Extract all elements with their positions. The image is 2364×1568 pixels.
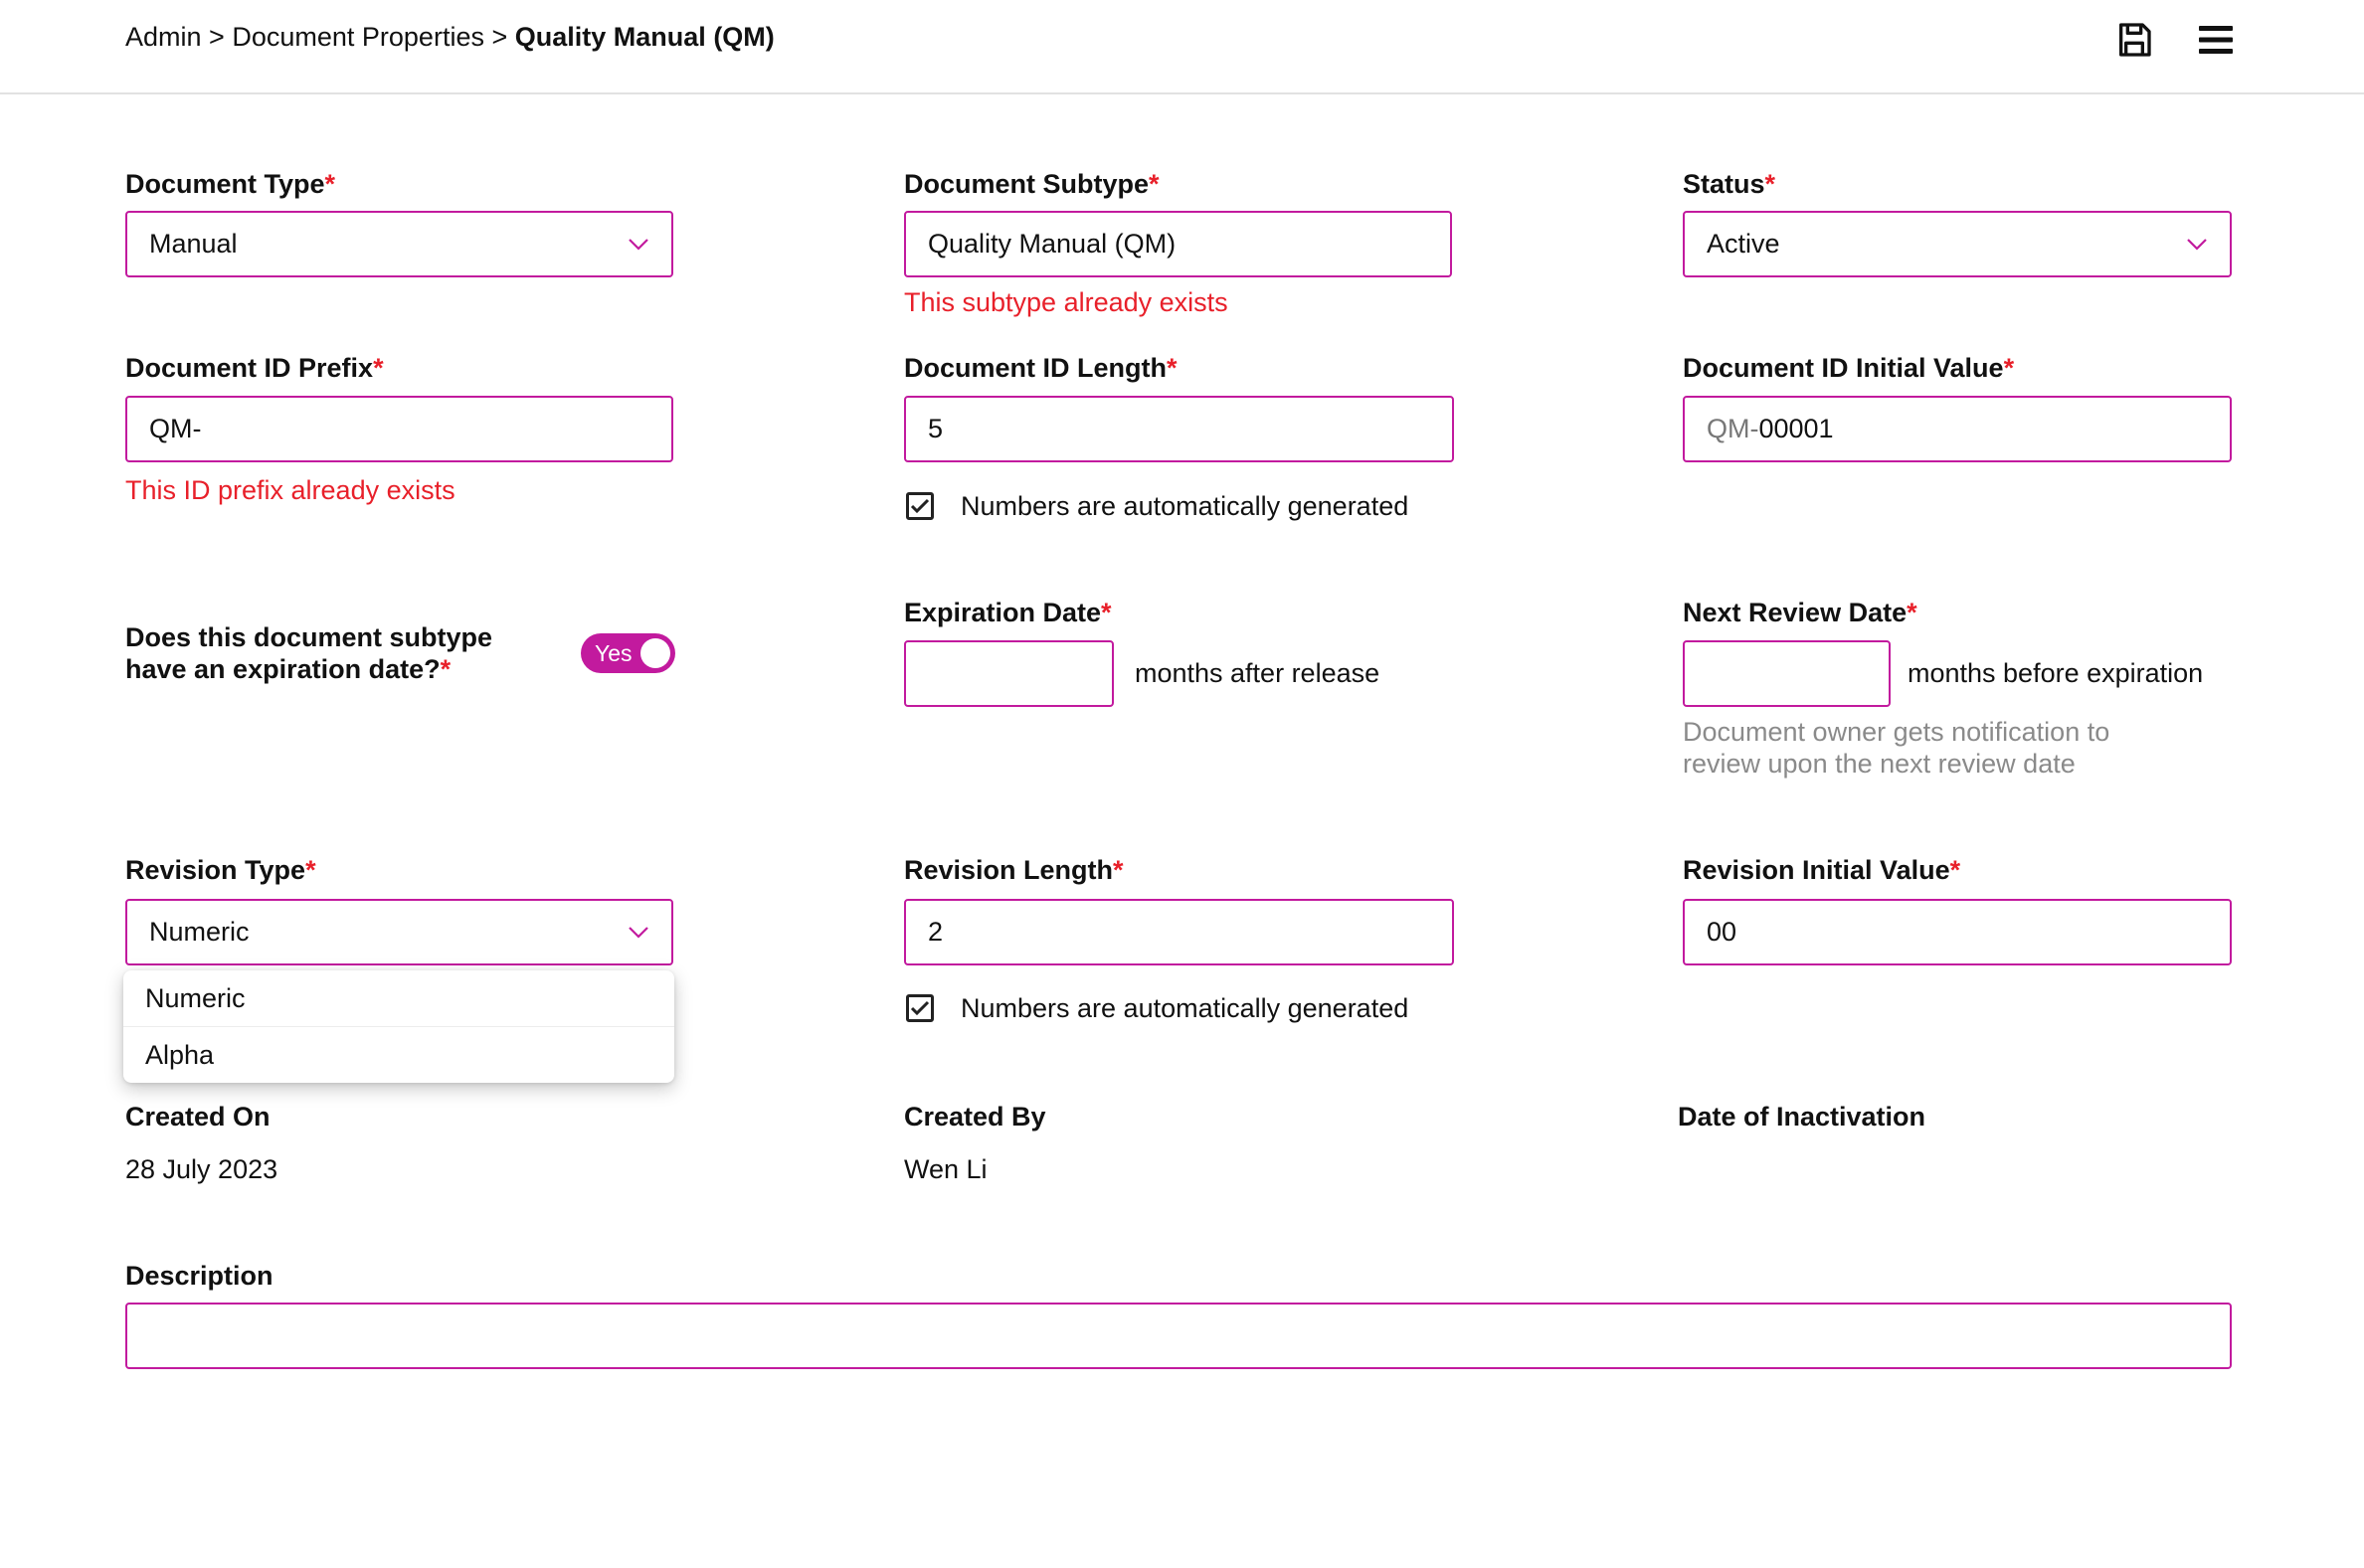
- id-prefix-value: QM-: [149, 414, 202, 443]
- revision-auto-generate-label: Numbers are automatically generated: [961, 993, 1409, 1023]
- required-asterisk: *: [1907, 598, 1917, 627]
- required-asterisk: *: [2003, 353, 2015, 383]
- required-asterisk: *: [1764, 169, 1776, 199]
- id-length-input[interactable]: 5: [904, 396, 1454, 462]
- document-subtype-label: Document Subtype*: [904, 169, 1160, 199]
- required-asterisk: *: [305, 855, 316, 885]
- save-button[interactable]: [2112, 18, 2156, 62]
- save-icon: [2119, 23, 2151, 57]
- breadcrumb-separator: >: [491, 22, 508, 52]
- description-input[interactable]: [125, 1303, 2232, 1369]
- checkmark-icon: [910, 1000, 930, 1016]
- expiration-months-input[interactable]: [904, 640, 1114, 707]
- required-asterisk: *: [373, 353, 384, 383]
- document-subtype-error: This subtype already exists: [904, 287, 1228, 317]
- checkmark-icon: [910, 498, 930, 514]
- expiration-months-suffix: months after release: [1135, 658, 1380, 688]
- id-prefix-error: This ID prefix already exists: [125, 475, 455, 505]
- next-review-label: Next Review Date*: [1683, 598, 1917, 627]
- id-length-label: Document ID Length*: [904, 353, 1178, 383]
- required-asterisk: *: [1113, 855, 1124, 885]
- created-on-label: Created On: [125, 1102, 271, 1132]
- next-review-suffix: months before expiration: [1908, 658, 2204, 688]
- status-select[interactable]: Active: [1683, 211, 2232, 277]
- revision-initial-input[interactable]: 00: [1683, 899, 2232, 965]
- expiration-toggle[interactable]: Yes: [581, 633, 675, 673]
- revision-type-label: Revision Type*: [125, 855, 316, 885]
- required-asterisk: *: [1167, 353, 1178, 383]
- next-review-months-input[interactable]: [1683, 640, 1891, 707]
- chevron-down-icon: [629, 238, 648, 251]
- id-prefix-input[interactable]: QM-: [125, 396, 673, 462]
- revision-auto-generate-checkbox[interactable]: [906, 994, 934, 1022]
- revision-initial-label: Revision Initial Value*: [1683, 855, 1961, 885]
- next-review-hint-line2: review upon the next review date: [1683, 749, 2076, 779]
- id-length-value: 5: [928, 414, 944, 443]
- hamburger-menu-icon: [2199, 26, 2233, 54]
- next-review-hint-line1: Document owner gets notification to: [1683, 717, 2110, 747]
- document-type-value: Manual: [149, 229, 238, 259]
- revision-length-value: 2: [928, 917, 944, 947]
- id-initial-input[interactable]: QM- 00001: [1683, 396, 2232, 462]
- dropdown-option-alpha[interactable]: Alpha: [123, 1026, 674, 1083]
- chevron-down-icon: [2187, 238, 2207, 251]
- id-auto-generate-label: Numbers are automatically generated: [961, 491, 1409, 521]
- id-initial-value: 00001: [1758, 414, 1834, 443]
- breadcrumb-current: Quality Manual (QM): [514, 22, 775, 52]
- expiration-question: Does this document subtype have an expir…: [125, 621, 492, 685]
- required-asterisk: *: [324, 169, 336, 199]
- document-type-select[interactable]: Manual: [125, 211, 673, 277]
- date-of-inactivation-label: Date of Inactivation: [1678, 1102, 1926, 1132]
- status-value: Active: [1707, 229, 1780, 259]
- created-by-label: Created By: [904, 1102, 1046, 1132]
- expiration-date-label: Expiration Date*: [904, 598, 1112, 627]
- toggle-label: Yes: [595, 639, 633, 666]
- id-initial-prefix: QM-: [1707, 414, 1759, 443]
- created-by-value: Wen Li: [904, 1154, 988, 1184]
- revision-type-value: Numeric: [149, 917, 250, 947]
- document-type-label: Document Type*: [125, 169, 336, 199]
- toggle-knob: [640, 638, 670, 668]
- next-review-hint: Document owner gets notification to revi…: [1683, 716, 2109, 780]
- breadcrumb: Admin > Document Properties > Quality Ma…: [125, 22, 775, 53]
- chevron-down-icon: [629, 926, 648, 939]
- expiration-question-line2: have an expiration date?: [125, 654, 441, 684]
- revision-type-dropdown: Numeric Alpha: [123, 970, 674, 1083]
- revision-type-select[interactable]: Numeric: [125, 899, 673, 965]
- required-asterisk: *: [1949, 855, 1961, 885]
- document-subtype-value: Quality Manual (QM): [928, 229, 1177, 259]
- revision-initial-value: 00: [1707, 917, 1737, 947]
- breadcrumb-separator: >: [209, 22, 225, 52]
- status-label: Status*: [1683, 169, 1776, 199]
- required-asterisk: *: [1101, 598, 1112, 627]
- document-subtype-input[interactable]: Quality Manual (QM): [904, 211, 1452, 277]
- id-initial-label: Document ID Initial Value*: [1683, 353, 2015, 383]
- created-on-value: 28 July 2023: [125, 1154, 278, 1184]
- id-prefix-label: Document ID Prefix*: [125, 353, 384, 383]
- expiration-question-line1: Does this document subtype: [125, 622, 493, 652]
- dropdown-option-numeric[interactable]: Numeric: [123, 970, 674, 1026]
- id-auto-generate-checkbox[interactable]: [906, 492, 934, 520]
- required-asterisk: *: [440, 654, 452, 684]
- breadcrumb-admin[interactable]: Admin: [125, 22, 202, 52]
- menu-button[interactable]: [2194, 18, 2238, 62]
- required-asterisk: *: [1149, 169, 1160, 199]
- breadcrumb-document-properties[interactable]: Document Properties: [232, 22, 484, 52]
- description-label: Description: [125, 1261, 273, 1291]
- revision-length-input[interactable]: 2: [904, 899, 1454, 965]
- revision-length-label: Revision Length*: [904, 855, 1124, 885]
